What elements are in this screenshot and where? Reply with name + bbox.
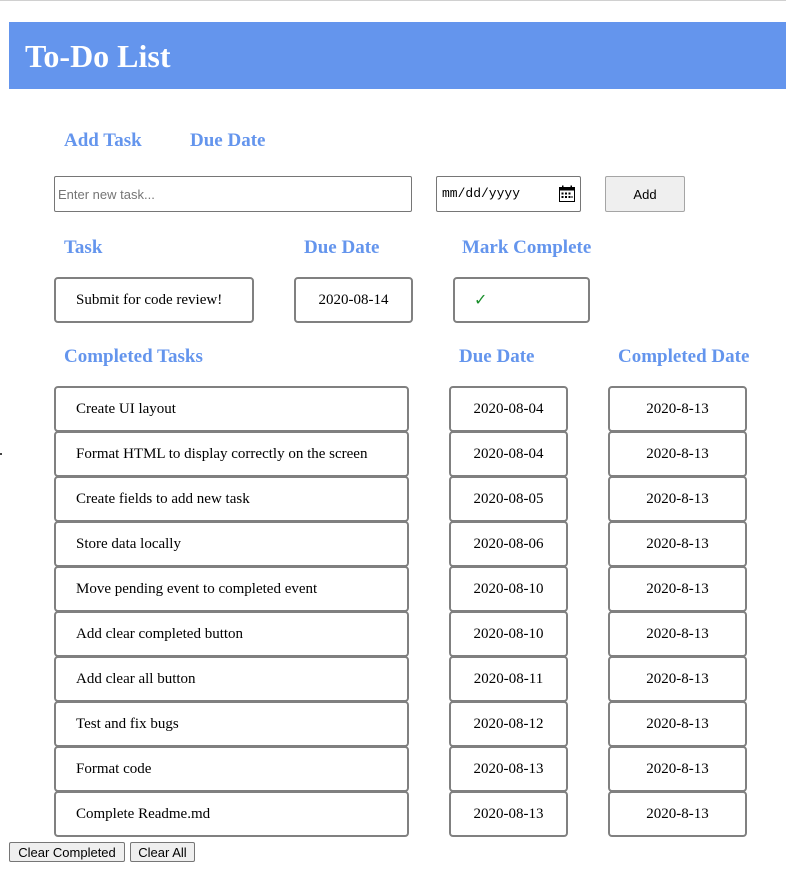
completed-date-cell: 2020-8-13	[608, 656, 747, 702]
completed-tasks-header: Completed Tasks	[64, 346, 203, 367]
clear-completed-button[interactable]: Clear Completed	[9, 842, 125, 862]
checkmark-icon: ✓	[474, 290, 488, 309]
date-input-text: mm/dd/yyyy	[442, 186, 521, 201]
completed-date-cell: 2020-8-13	[608, 746, 747, 792]
pending-due-date-cell: 2020-08-14	[294, 277, 413, 323]
completed-task-cell: Create fields to add new task	[54, 476, 409, 522]
page-title: To-Do List	[25, 38, 171, 74]
completed-date-cell: 2020-8-13	[608, 611, 747, 657]
completed-due-date-cell: 2020-08-05	[449, 476, 568, 522]
completed-task-cell: Test and fix bugs	[54, 701, 409, 747]
mark-complete-button[interactable]: ✓	[453, 277, 590, 323]
pending-task-header: Task	[64, 237, 103, 258]
completed-date-cell: 2020-8-13	[608, 476, 747, 522]
top-divider	[0, 0, 786, 1]
add-button[interactable]: Add	[605, 176, 685, 212]
completed-date-cell: 2020-8-13	[608, 791, 747, 837]
completed-due-date-cell: 2020-08-13	[449, 791, 568, 837]
pending-due-date-header: Due Date	[304, 237, 380, 258]
completed-date-cell: 2020-8-13	[608, 431, 747, 477]
completed-task-cell: Format code	[54, 746, 409, 792]
completed-task-cell: Complete Readme.md	[54, 791, 409, 837]
completed-due-date-cell: 2020-08-04	[449, 431, 568, 477]
completed-due-date-cell: 2020-08-12	[449, 701, 568, 747]
due-date-input[interactable]: mm/dd/yyyy	[436, 176, 581, 212]
pending-task-cell: Submit for code review!	[54, 277, 254, 323]
completed-task-cell: Add clear all button	[54, 656, 409, 702]
add-due-date-label: Due Date	[190, 130, 266, 151]
add-task-label: Add Task	[64, 130, 142, 151]
edge-mark	[0, 453, 2, 455]
completed-due-date-cell: 2020-08-04	[449, 386, 568, 432]
completed-date-header: Completed Date	[618, 346, 750, 367]
completed-due-date-header: Due Date	[459, 346, 535, 367]
completed-task-cell: Add clear completed button	[54, 611, 409, 657]
completed-due-date-cell: 2020-08-10	[449, 611, 568, 657]
app-header: To-Do List	[9, 22, 786, 89]
completed-task-cell: Store data locally	[54, 521, 409, 567]
completed-due-date-cell: 2020-08-11	[449, 656, 568, 702]
completed-due-date-cell: 2020-08-10	[449, 566, 568, 612]
completed-due-date-cell: 2020-08-06	[449, 521, 568, 567]
completed-task-cell: Move pending event to completed event	[54, 566, 409, 612]
completed-date-cell: 2020-8-13	[608, 566, 747, 612]
completed-date-cell: 2020-8-13	[608, 386, 747, 432]
completed-date-cell: 2020-8-13	[608, 521, 747, 567]
completed-task-cell: Format HTML to display correctly on the …	[54, 431, 409, 477]
calendar-icon[interactable]	[559, 185, 575, 202]
completed-due-date-cell: 2020-08-13	[449, 746, 568, 792]
new-task-input[interactable]	[54, 176, 412, 212]
completed-date-cell: 2020-8-13	[608, 701, 747, 747]
completed-task-cell: Create UI layout	[54, 386, 409, 432]
mark-complete-header: Mark Complete	[462, 237, 592, 258]
clear-all-button[interactable]: Clear All	[130, 842, 195, 862]
